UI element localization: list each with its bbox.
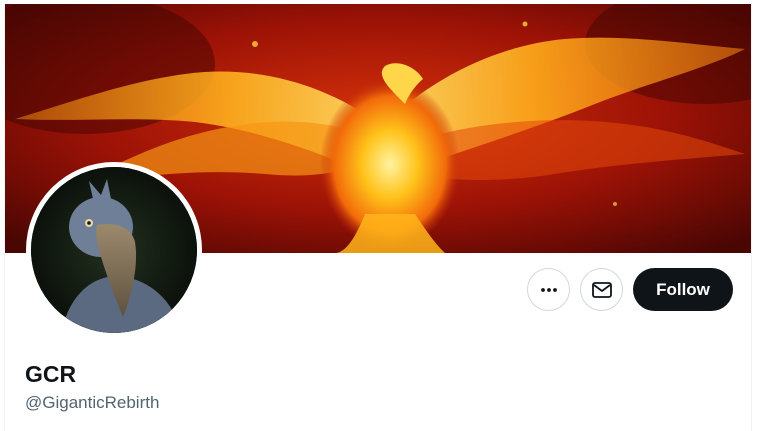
avatar-image bbox=[31, 167, 197, 333]
profile-display-name: GCR bbox=[25, 361, 77, 387]
more-horizontal-icon bbox=[540, 287, 557, 292]
shoebill-avatar-graphic bbox=[31, 167, 197, 333]
profile-handle: @GiganticRebirth bbox=[25, 393, 160, 412]
message-button[interactable] bbox=[580, 268, 623, 311]
more-button[interactable] bbox=[527, 268, 570, 311]
follow-button[interactable]: Follow bbox=[633, 268, 733, 311]
profile-avatar[interactable] bbox=[26, 162, 202, 338]
envelope-icon bbox=[591, 281, 612, 298]
profile-header: Follow GCR @GiganticRebirth bbox=[4, 4, 752, 431]
profile-actions: Follow bbox=[527, 268, 733, 311]
